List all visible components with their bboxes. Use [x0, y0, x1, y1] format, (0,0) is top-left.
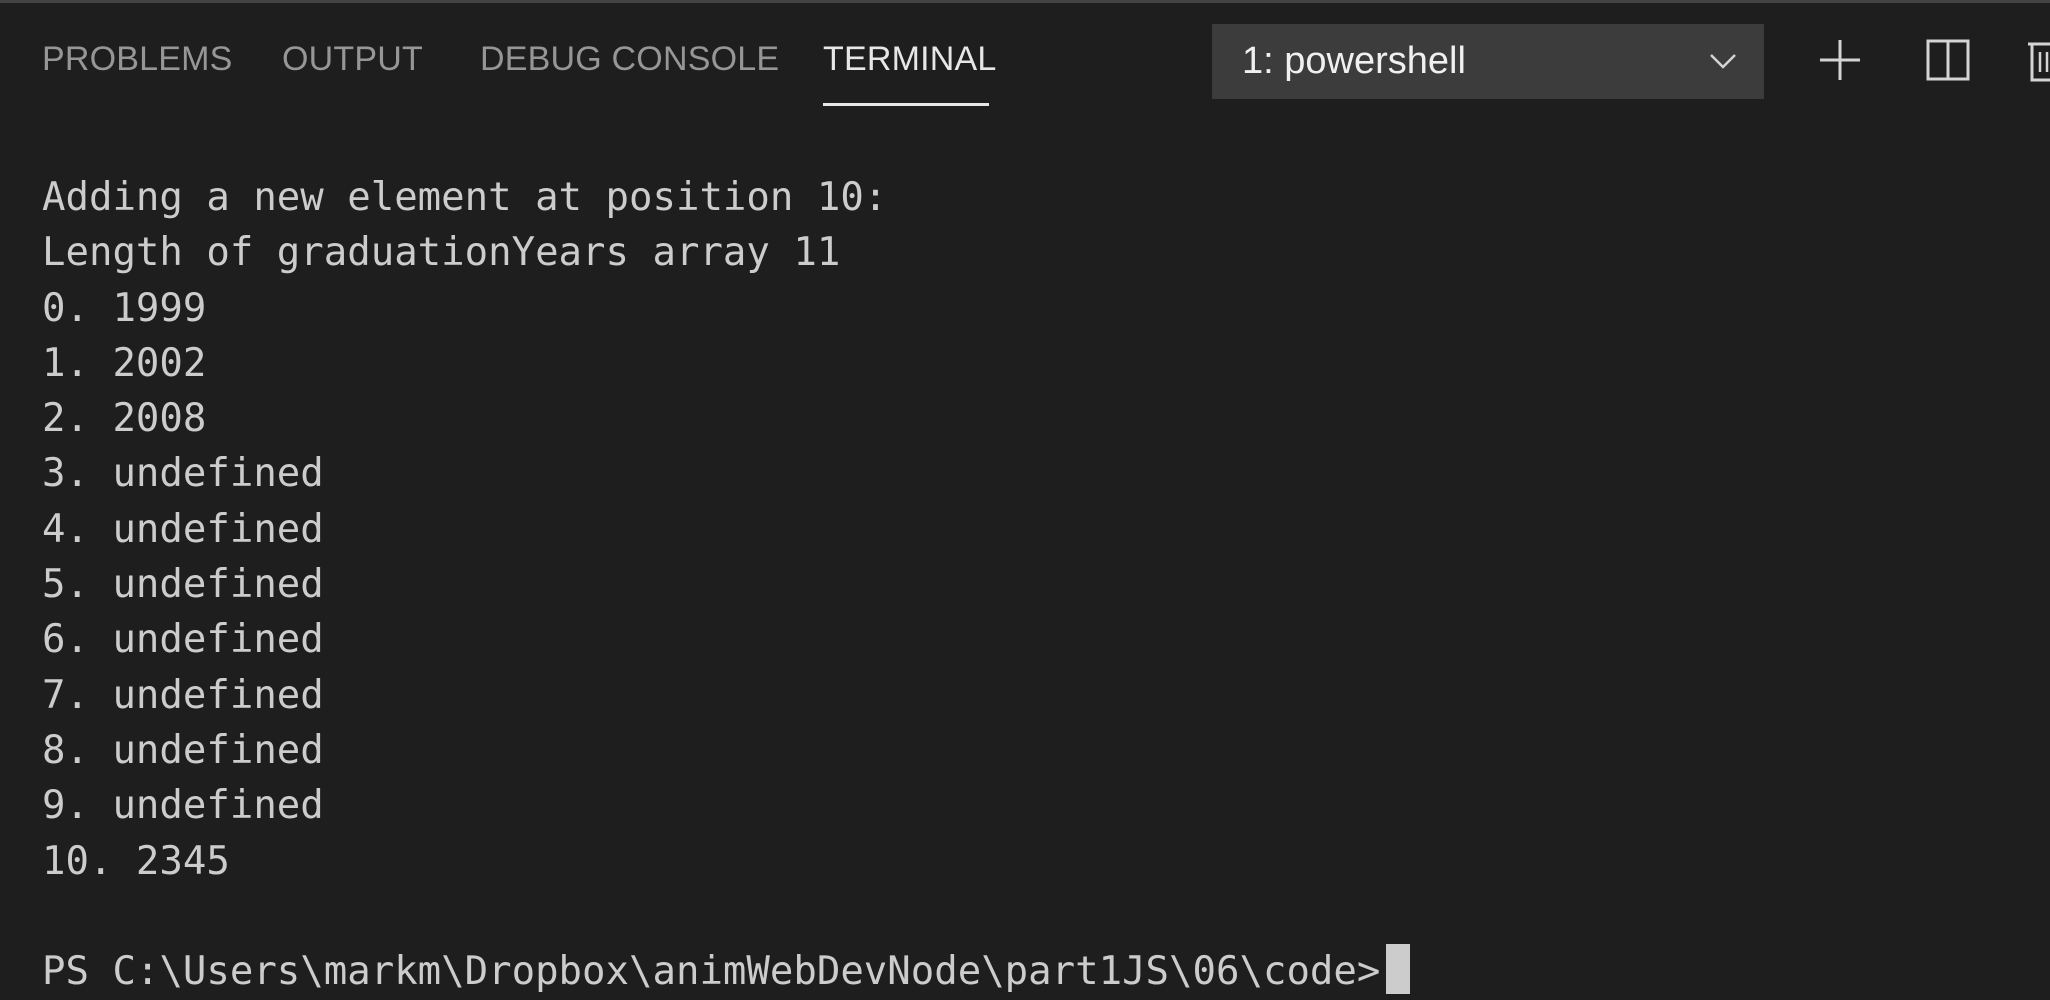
terminal-line: 0. 1999 — [42, 285, 207, 331]
terminal-line: 5. undefined — [42, 562, 324, 608]
terminal-prompt-line[interactable]: PS C:\Users\markm\Dropbox\animWebDevNode… — [42, 944, 1411, 999]
terminal-line: 1. 2002 — [42, 340, 207, 386]
kill-terminal-button[interactable] — [2026, 30, 2050, 90]
terminal-selector-dropdown[interactable]: 1: powershell — [1212, 24, 1764, 99]
terminal-panel: PROBLEMS OUTPUT DEBUG CONSOLE TERMINAL 1… — [0, 0, 2050, 1000]
terminal-line: Adding a new element at position 10: — [42, 175, 888, 220]
terminal-cursor — [1386, 944, 1411, 994]
terminal-line: 4. undefined — [42, 506, 324, 552]
chevron-down-icon — [1708, 46, 1738, 76]
tab-problems[interactable]: PROBLEMS — [42, 40, 233, 79]
terminal-line: 7. undefined — [42, 672, 324, 718]
terminal-line: 10. 2345 — [42, 838, 230, 884]
terminal-line: Length of graduationYears array 11 — [42, 230, 841, 276]
trash-icon — [2026, 30, 2050, 90]
tab-output[interactable]: OUTPUT — [282, 40, 423, 79]
terminal-selector-value: 1: powershell — [1242, 40, 1466, 82]
tab-debug-console[interactable]: DEBUG CONSOLE — [480, 40, 779, 79]
panel-tab-bar: PROBLEMS OUTPUT DEBUG CONSOLE TERMINAL 1… — [0, 0, 2050, 120]
terminal-output[interactable]: Adding a new element at position 10: Leng… — [42, 170, 2022, 889]
terminal-line: 6. undefined — [42, 617, 324, 663]
split-icon — [1920, 30, 1976, 90]
active-tab-indicator — [823, 103, 989, 106]
terminal-line: 8. undefined — [42, 727, 324, 773]
new-terminal-button[interactable] — [1812, 30, 1868, 90]
terminal-line: 2. 2008 — [42, 396, 207, 442]
terminal-prompt: PS C:\Users\markm\Dropbox\animWebDevNode… — [42, 949, 1381, 994]
plus-icon — [1812, 30, 1868, 90]
terminal-line: 9. undefined — [42, 783, 324, 829]
tab-terminal[interactable]: TERMINAL — [823, 40, 997, 79]
split-terminal-button[interactable] — [1920, 30, 1976, 90]
terminal-line: 3. undefined — [42, 451, 324, 497]
